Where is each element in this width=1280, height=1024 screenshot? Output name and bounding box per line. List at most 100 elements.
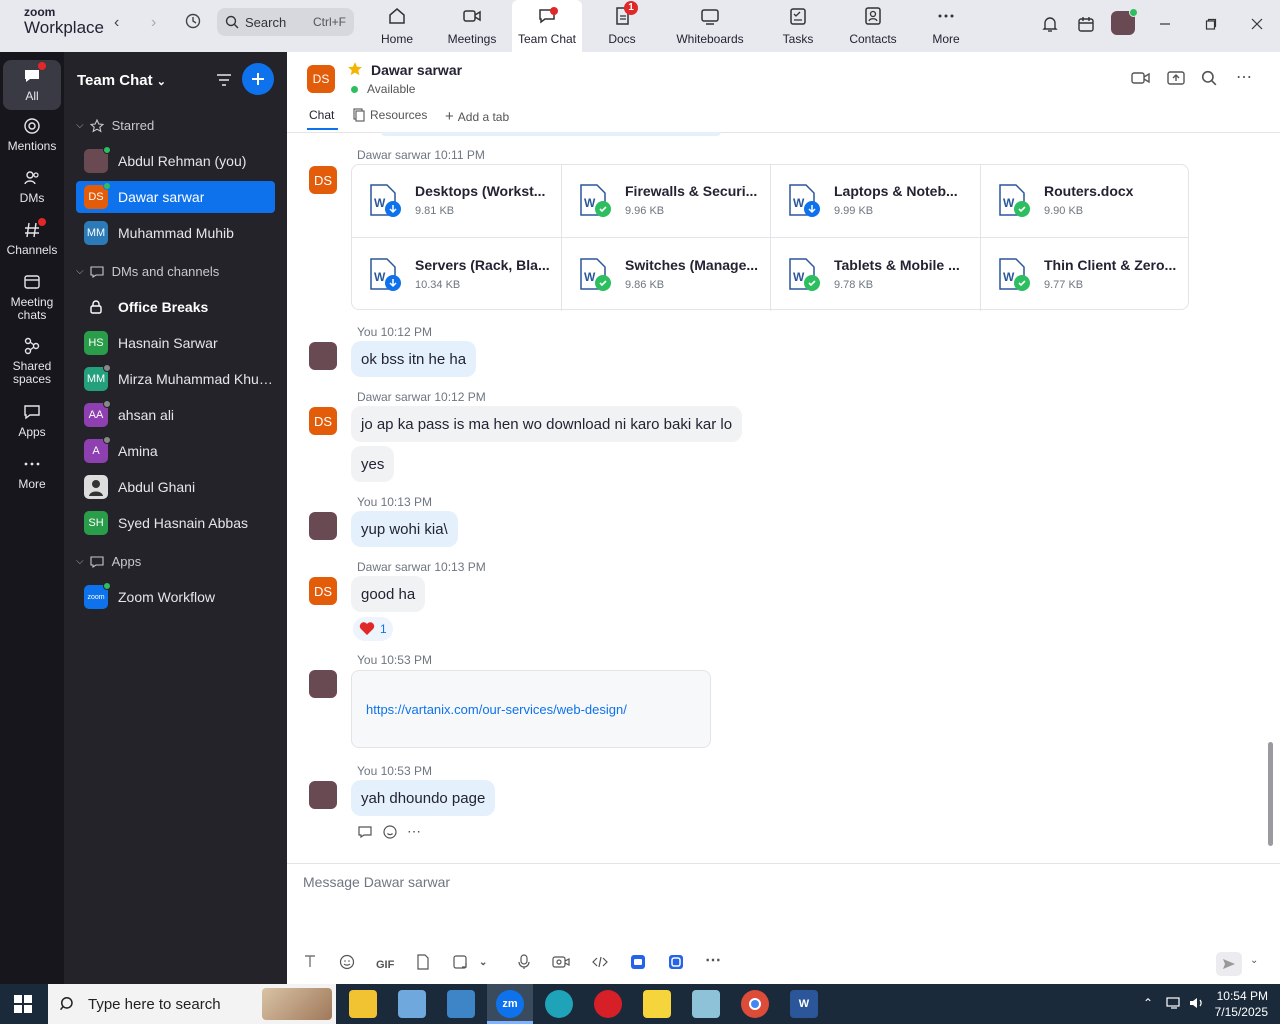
gif-button[interactable]: GIF — [376, 959, 394, 971]
rail-all[interactable]: All — [0, 60, 64, 110]
sidebar-item-mirza[interactable]: MM Mirza Muhammad Khur... — [76, 363, 275, 395]
tab-contacts[interactable]: Contacts — [848, 0, 898, 52]
clock[interactable]: 10:54 PM 7/15/2025 — [1206, 988, 1268, 1020]
message-bubble[interactable]: jo ap ka pass is ma hen wo download ni k… — [351, 406, 743, 442]
message-bubble[interactable]: yes — [351, 446, 395, 482]
section-starred[interactable]: ⌵ Starred — [76, 118, 154, 133]
reply-icon[interactable] — [357, 825, 373, 842]
heart-reaction[interactable]: 1 — [353, 617, 393, 641]
opera-browser-icon[interactable] — [594, 990, 622, 1018]
tab-chat[interactable]: Chat — [309, 108, 334, 122]
section-dms-channels[interactable]: ⌵ DMs and channels — [76, 264, 219, 279]
network-icon[interactable] — [1166, 996, 1182, 1013]
app-icon[interactable] — [447, 990, 475, 1018]
volume-icon[interactable] — [1189, 996, 1205, 1013]
video-message-icon[interactable] — [552, 954, 570, 973]
file-attachment[interactable]: W Laptops & Noteb... 9.99 KB — [770, 164, 980, 236]
chat-contact-name[interactable]: Dawar sarwar — [371, 62, 462, 78]
section-apps[interactable]: ⌵ Apps — [76, 554, 141, 569]
rail-apps[interactable]: Apps — [0, 402, 64, 439]
my-avatar[interactable] — [309, 342, 337, 370]
rail-dms[interactable]: DMs — [0, 168, 64, 205]
tab-whiteboards[interactable]: Whiteboards — [674, 0, 746, 52]
tab-team-chat[interactable]: Team Chat — [512, 0, 582, 52]
bell-icon[interactable] — [1038, 12, 1062, 36]
taskbar-zoom-active[interactable]: zm — [487, 984, 533, 1024]
rail-channels[interactable]: Channels — [0, 218, 64, 257]
tab-home[interactable]: Home — [374, 0, 420, 52]
share-screen-icon[interactable] — [1167, 70, 1185, 89]
file-attachment[interactable]: W Firewalls & Securi... 9.96 KB — [561, 164, 771, 236]
minimize-icon[interactable] — [1153, 12, 1177, 36]
windows-start-icon[interactable] — [14, 995, 32, 1016]
chrome-browser-icon[interactable] — [741, 990, 769, 1018]
edge-browser-icon[interactable] — [545, 990, 573, 1018]
message-input[interactable]: Message Dawar sarwar — [303, 874, 450, 890]
more-tools-icon[interactable]: ⋯ — [705, 950, 721, 970]
message-bubble[interactable]: yup wohi kia\ — [351, 511, 458, 547]
sidebar-item-hasnain-sarwar[interactable]: HS Hasnain Sarwar — [76, 327, 275, 359]
sidebar-item-ahsan-ali[interactable]: AA ahsan ali — [76, 399, 275, 431]
attach-file-icon[interactable] — [416, 954, 430, 973]
tab-meetings[interactable]: Meetings — [444, 0, 500, 52]
rail-mentions[interactable]: Mentions — [0, 116, 64, 153]
file-attachment[interactable]: W Thin Client & Zero... 9.77 KB — [980, 238, 1190, 310]
sidebar-item-muhammad-muhib[interactable]: MM Muhammad Muhib — [76, 217, 275, 249]
tray-chevron-icon[interactable]: ⌃ — [1143, 996, 1153, 1010]
file-attachment[interactable]: W Servers (Rack, Bla... 10.34 KB — [351, 238, 561, 310]
message-bubble[interactable]: yah dhoundo page — [351, 780, 496, 816]
my-avatar[interactable] — [309, 781, 337, 809]
user-avatar[interactable] — [1111, 8, 1138, 35]
sticky-notes-icon[interactable] — [643, 990, 671, 1018]
close-icon[interactable] — [1245, 12, 1269, 36]
restore-icon[interactable] — [1199, 12, 1223, 36]
my-avatar[interactable] — [309, 670, 337, 698]
file-explorer-icon[interactable] — [349, 990, 377, 1018]
new-chat-button[interactable] — [242, 63, 274, 95]
back-arrow-icon[interactable]: ‹ — [114, 14, 119, 32]
add-reaction-icon[interactable] — [382, 824, 398, 843]
sender-avatar[interactable]: DS — [309, 166, 337, 194]
my-avatar[interactable] — [309, 512, 337, 540]
sidebar-title[interactable]: Team Chat ⌄ — [77, 72, 166, 89]
emoji-icon[interactable] — [339, 954, 355, 973]
calendar-icon[interactable] — [1074, 12, 1098, 36]
sidebar-item-amina[interactable]: A Amina — [76, 435, 275, 467]
sidebar-item-abdul-rehman[interactable]: Abdul Rehman (you) — [76, 145, 275, 177]
message-bubble[interactable]: ok bss itn he ha — [351, 341, 477, 377]
code-snippet-icon[interactable] — [591, 954, 609, 973]
link-preview-card[interactable]: https://vartanix.com/our-services/web-de… — [351, 670, 711, 748]
send-options-chevron-icon[interactable]: ⌄ — [1250, 955, 1258, 966]
tab-resources[interactable]: Resources — [352, 108, 427, 122]
word-icon[interactable]: W — [790, 990, 818, 1018]
message-link[interactable]: https://vartanix.com/our-services/web-de… — [366, 702, 627, 717]
sidebar-item-dawar-sarwar[interactable]: DS Dawar sarwar — [76, 181, 275, 213]
sender-avatar[interactable]: DS — [309, 407, 337, 435]
sidebar-item-abdul-ghani[interactable]: Abdul Ghani — [76, 471, 275, 503]
message-bubble[interactable]: good ha — [351, 576, 426, 612]
file-attachment[interactable]: W Tablets & Mobile ... 9.78 KB — [770, 238, 980, 310]
app-integration-icon[interactable] — [668, 954, 684, 973]
more-options-icon[interactable]: ⋯ — [1236, 67, 1252, 87]
rail-more[interactable]: More — [0, 454, 64, 491]
scrollbar[interactable] — [1268, 742, 1273, 846]
add-tab-button[interactable]: + Add a tab — [445, 108, 509, 125]
tab-docs[interactable]: 1 Docs — [604, 0, 640, 52]
app-integration-icon[interactable] — [630, 954, 646, 973]
microphone-icon[interactable] — [517, 954, 531, 973]
history-icon[interactable] — [184, 12, 202, 35]
chat-avatar[interactable]: DS — [307, 65, 335, 93]
app-icon[interactable] — [692, 990, 720, 1018]
file-attachment[interactable]: W Switches (Manage... 9.86 KB — [561, 238, 771, 310]
sidebar-item-syed-hasnain-abbas[interactable]: SH Syed Hasnain Abbas — [76, 507, 275, 539]
rail-meeting-chats[interactable]: Meeting chats — [0, 272, 64, 322]
file-attachment[interactable]: W Desktops (Workst... 9.81 KB — [351, 164, 561, 236]
forward-arrow-icon[interactable]: › — [151, 14, 156, 32]
star-filled-icon[interactable] — [347, 61, 363, 80]
screenshot-icon[interactable] — [452, 954, 468, 973]
video-call-icon[interactable] — [1131, 70, 1151, 89]
search-input[interactable]: Search Ctrl+F — [217, 8, 354, 36]
search-icon[interactable] — [1201, 70, 1217, 89]
format-text-icon[interactable] — [303, 954, 317, 971]
tab-more[interactable]: More — [928, 0, 964, 52]
